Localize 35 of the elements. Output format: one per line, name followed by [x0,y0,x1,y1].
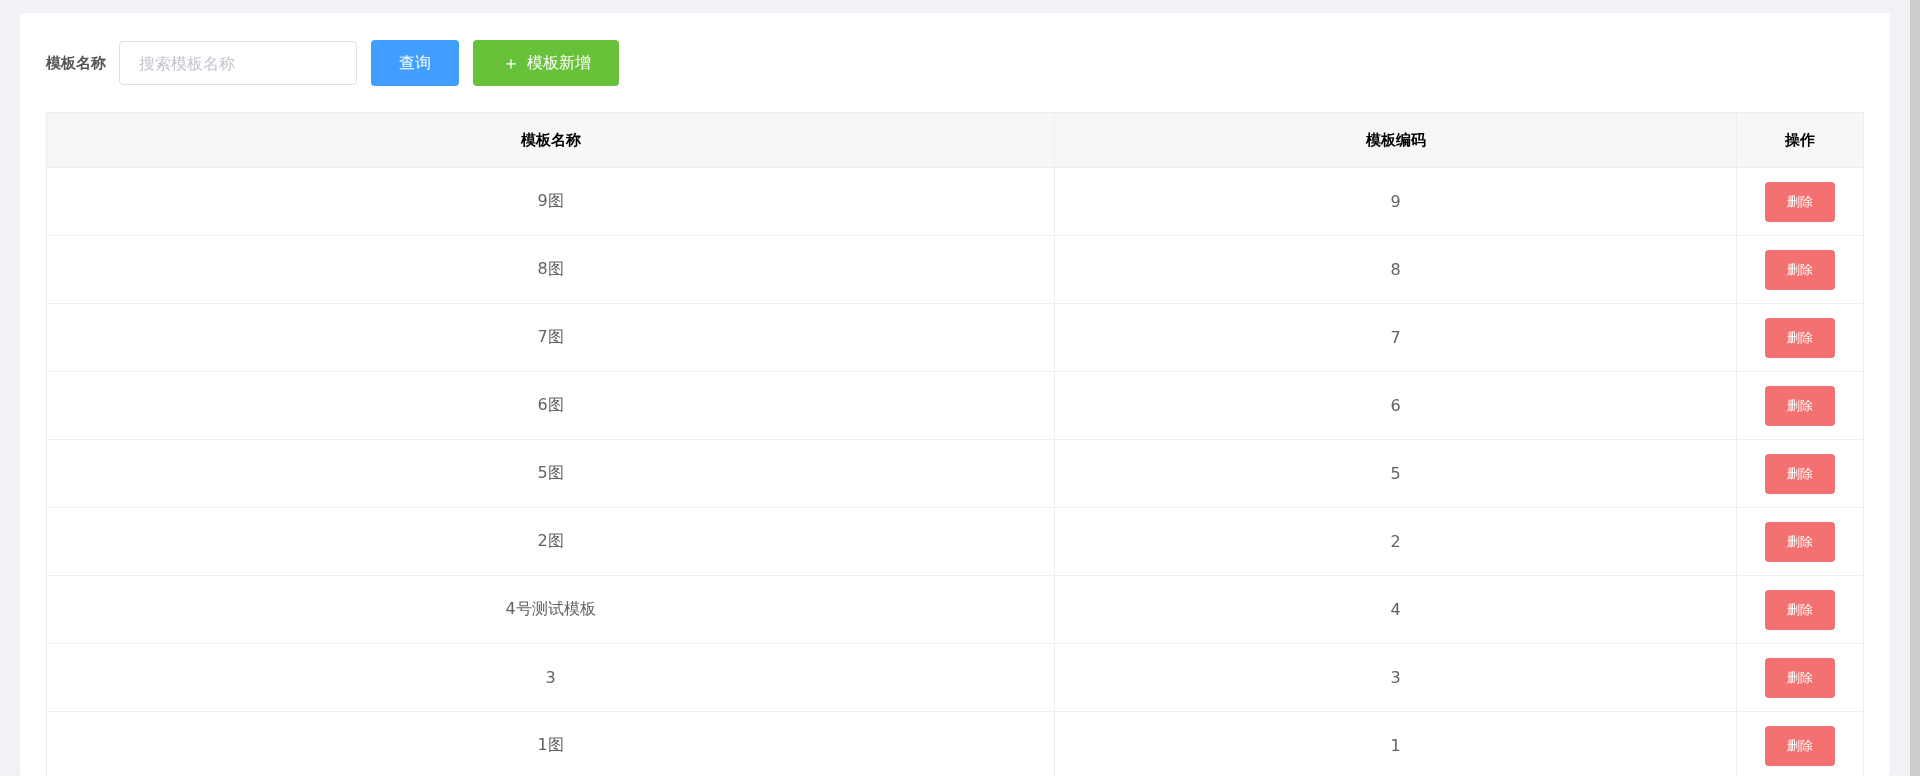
table-cell: 8图 [46,235,1055,304]
table-cell: 2 [1054,507,1737,576]
table-cell: 5 [1054,439,1737,508]
delete-button[interactable]: 删除 [1765,725,1835,766]
delete-button[interactable]: 删除 [1765,385,1835,426]
table-cell: 4号测试模板 [46,575,1055,644]
column-header: 模板名称 [46,112,1055,168]
table-cell: 8 [1054,235,1737,304]
table-cell: 5图 [46,439,1055,508]
delete-button[interactable]: 删除 [1765,657,1835,698]
delete-button[interactable]: 删除 [1765,521,1835,562]
scrollbar[interactable] [1910,0,1920,776]
delete-button[interactable]: 删除 [1765,453,1835,494]
table-cell: 3 [1054,643,1737,712]
table-cell: 3 [46,643,1055,712]
column-header: 操作 [1736,112,1864,168]
table-cell: 4 [1054,575,1737,644]
table-cell: 9图 [46,167,1055,236]
column-header: 模板编码 [1054,112,1737,168]
search-label: 模板名称 [46,53,106,73]
table-cell: 6图 [46,371,1055,440]
table-cell: 6 [1054,371,1737,440]
delete-button[interactable]: 删除 [1765,249,1835,290]
table-cell: 7图 [46,303,1055,372]
delete-button[interactable]: 删除 [1765,181,1835,222]
delete-button[interactable]: 删除 [1765,317,1835,358]
delete-button[interactable]: 删除 [1765,589,1835,630]
search-field[interactable]: 搜索模板名称 [119,41,357,85]
table-cell: 2图 [46,507,1055,576]
add-template-button[interactable]: ＋ 模板新增 [473,40,619,86]
table-cell: 1图 [46,711,1055,776]
table-cell: 9 [1054,167,1737,236]
table-cell: 7 [1054,303,1737,372]
query-button[interactable]: 查询 [371,40,459,86]
plus-icon: ＋ [501,51,520,75]
